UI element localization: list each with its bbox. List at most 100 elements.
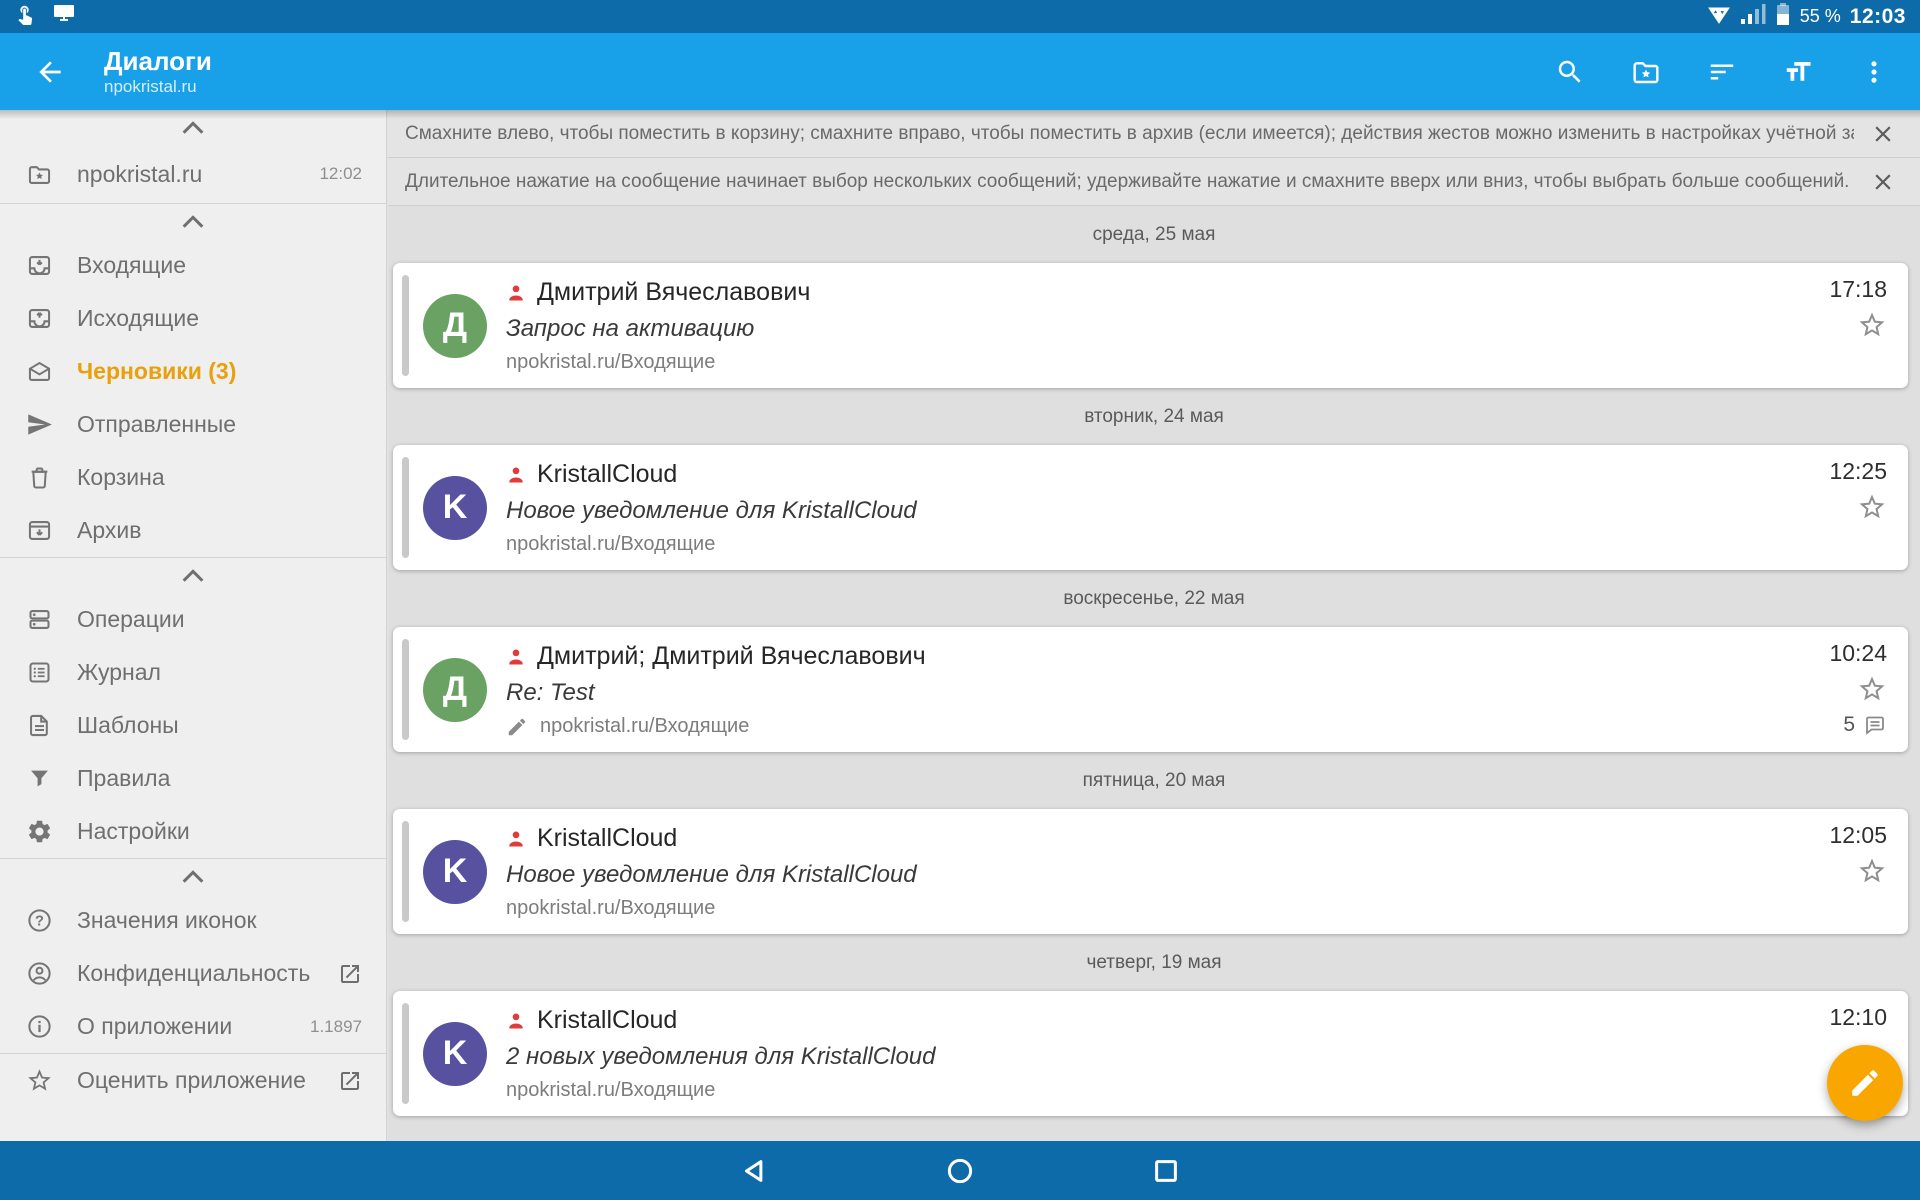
svg-text:?: ? [35, 914, 44, 930]
contact-person-icon [506, 829, 526, 849]
nav-recents-button[interactable] [1138, 1147, 1194, 1195]
sidebar-item-icon-legend[interactable]: ? Значения иконок [0, 894, 386, 947]
avatar[interactable]: K [423, 1022, 487, 1086]
message-main: KristallCloud Новое уведомление для Kris… [506, 809, 1778, 934]
star-toggle-icon[interactable] [1857, 856, 1887, 886]
sidebar-item-account[interactable]: npokristal.ru 12:02 [0, 145, 386, 203]
message-folder: npokristal.ru/Входящие [506, 897, 715, 920]
status-bar-right: 55 % 12:03 [1707, 2, 1906, 31]
message-sender: KristallCloud [537, 824, 677, 853]
sidebar-item-label: Оценить приложение [77, 1067, 306, 1094]
sidebar-item-archive[interactable]: Архив [0, 504, 386, 557]
avatar-initial: K [443, 488, 468, 527]
sidebar-item-templates[interactable]: Шаблоны [0, 699, 386, 752]
message-item[interactable]: Д Дмитрий Вячеславович Запрос на активац… [393, 263, 1908, 388]
sidebar-item-about[interactable]: О приложении 1.1897 [0, 1000, 386, 1053]
external-link-icon [338, 962, 362, 986]
hint-text: Длительное нажатие на сообщение начинает… [405, 171, 1854, 193]
person-circle-icon [26, 960, 53, 987]
battery-percent: 55 % [1800, 6, 1841, 27]
sidebar-item-drafts[interactable]: Черновики (3) [0, 345, 386, 398]
sidebar-item-rate-app[interactable]: Оценить приложение [0, 1054, 386, 1107]
help-icon: ? [26, 907, 53, 934]
account-sync-time: 12:02 [319, 164, 362, 184]
battery-icon [1775, 2, 1791, 31]
star-toggle-icon[interactable] [1857, 492, 1887, 522]
message-item[interactable]: Д Дмитрий; Дмитрий Вячеславович Re: Test… [393, 627, 1908, 752]
special-folder-button[interactable] [1626, 50, 1666, 94]
sidebar-item-inbox[interactable]: Входящие [0, 239, 386, 292]
sort-button[interactable] [1702, 50, 1742, 94]
message-item[interactable]: K KristallCloud Новое уведомление для Kr… [393, 445, 1908, 570]
dismiss-hint-button[interactable] [1866, 117, 1900, 151]
back-button[interactable] [28, 50, 72, 94]
date-header: четверг, 19 мая [388, 934, 1920, 991]
text-size-button[interactable] [1778, 50, 1818, 94]
nav-home-button[interactable] [932, 1147, 988, 1195]
avatar[interactable]: K [423, 840, 487, 904]
message-time: 12:25 [1829, 458, 1887, 485]
star-toggle-icon[interactable] [1857, 674, 1887, 704]
message-time: 10:24 [1829, 640, 1887, 667]
collapse-accounts-button[interactable] [0, 110, 386, 145]
collapse-info-button[interactable] [0, 859, 386, 894]
sidebar-item-operations[interactable]: Операции [0, 593, 386, 646]
sort-icon [1707, 57, 1737, 87]
message-item[interactable]: K KristallCloud 2 новых уведомления для … [393, 991, 1908, 1116]
avatar[interactable]: Д [423, 658, 487, 722]
sidebar-item-log[interactable]: Журнал [0, 646, 386, 699]
account-color-band [402, 275, 409, 376]
draft-pencil-icon [506, 716, 528, 738]
overflow-menu-button[interactable] [1854, 50, 1894, 94]
avatar[interactable]: K [423, 476, 487, 540]
sidebar-item-label: О приложении [77, 1013, 232, 1040]
format-size-icon [1783, 57, 1813, 87]
nav-recents-icon [1151, 1156, 1181, 1186]
message-folder: npokristal.ru/Входящие [506, 351, 715, 374]
date-label: пятница, 20 мая [1083, 770, 1226, 792]
outbox-icon [26, 305, 53, 332]
message-subject: Новое уведомление для KristallCloud [506, 497, 1778, 525]
message-sender: Дмитрий Вячеславович [537, 278, 810, 307]
search-button[interactable] [1550, 50, 1590, 94]
nav-back-button[interactable] [726, 1147, 782, 1195]
sidebar-item-settings[interactable]: Настройки [0, 805, 386, 858]
sidebar-item-sent[interactable]: Отправленные [0, 398, 386, 451]
sidebar-item-privacy[interactable]: Конфиденциальность [0, 947, 386, 1000]
dismiss-hint-button[interactable] [1866, 165, 1900, 199]
message-meta: 10:24 5 [1778, 627, 1908, 752]
sidebar-item-label: Операции [77, 606, 185, 633]
collapse-folders-button[interactable] [0, 204, 386, 239]
message-item[interactable]: K KristallCloud Новое уведомление для Kr… [393, 809, 1908, 934]
search-icon [1555, 57, 1585, 87]
signal-bars-icon [1740, 3, 1766, 30]
contact-person-icon [506, 1011, 526, 1031]
star-toggle-icon[interactable] [1857, 310, 1887, 340]
message-subject: Новое уведомление для KristallCloud [506, 861, 1778, 889]
compose-fab-button[interactable] [1827, 1045, 1903, 1121]
message-meta: 17:18 [1778, 263, 1908, 388]
sidebar-item-label: Шаблоны [77, 712, 179, 739]
date-label: воскресенье, 22 мая [1063, 588, 1244, 610]
sidebar-item-label: Входящие [77, 252, 186, 279]
nav-home-icon [945, 1156, 975, 1186]
app-bar: Диалоги npokristal.ru [0, 33, 1920, 110]
sidebar-item-label: Настройки [77, 818, 190, 845]
message-time: 17:18 [1829, 276, 1887, 303]
message-list: Смахните влево, чтобы поместить в корзин… [388, 110, 1920, 1141]
external-link-icon [338, 1069, 362, 1093]
sidebar-item-trash[interactable]: Корзина [0, 451, 386, 504]
back-arrow-icon [34, 56, 66, 88]
date-header: воскресенье, 22 мая [388, 570, 1920, 627]
presentation-icon [52, 2, 76, 31]
sidebar-item-rules[interactable]: Правила [0, 752, 386, 805]
chat-bubble-icon [1863, 713, 1887, 737]
app-version: 1.1897 [310, 1017, 362, 1037]
collapse-tools-button[interactable] [0, 558, 386, 593]
archive-icon [26, 517, 53, 544]
contact-person-icon [506, 283, 526, 303]
app-screen: 55 % 12:03 Диалоги npokristal.ru [0, 0, 1920, 1200]
sidebar-item-label: Архив [77, 517, 141, 544]
sidebar-item-outbox[interactable]: Исходящие [0, 292, 386, 345]
avatar[interactable]: Д [423, 294, 487, 358]
